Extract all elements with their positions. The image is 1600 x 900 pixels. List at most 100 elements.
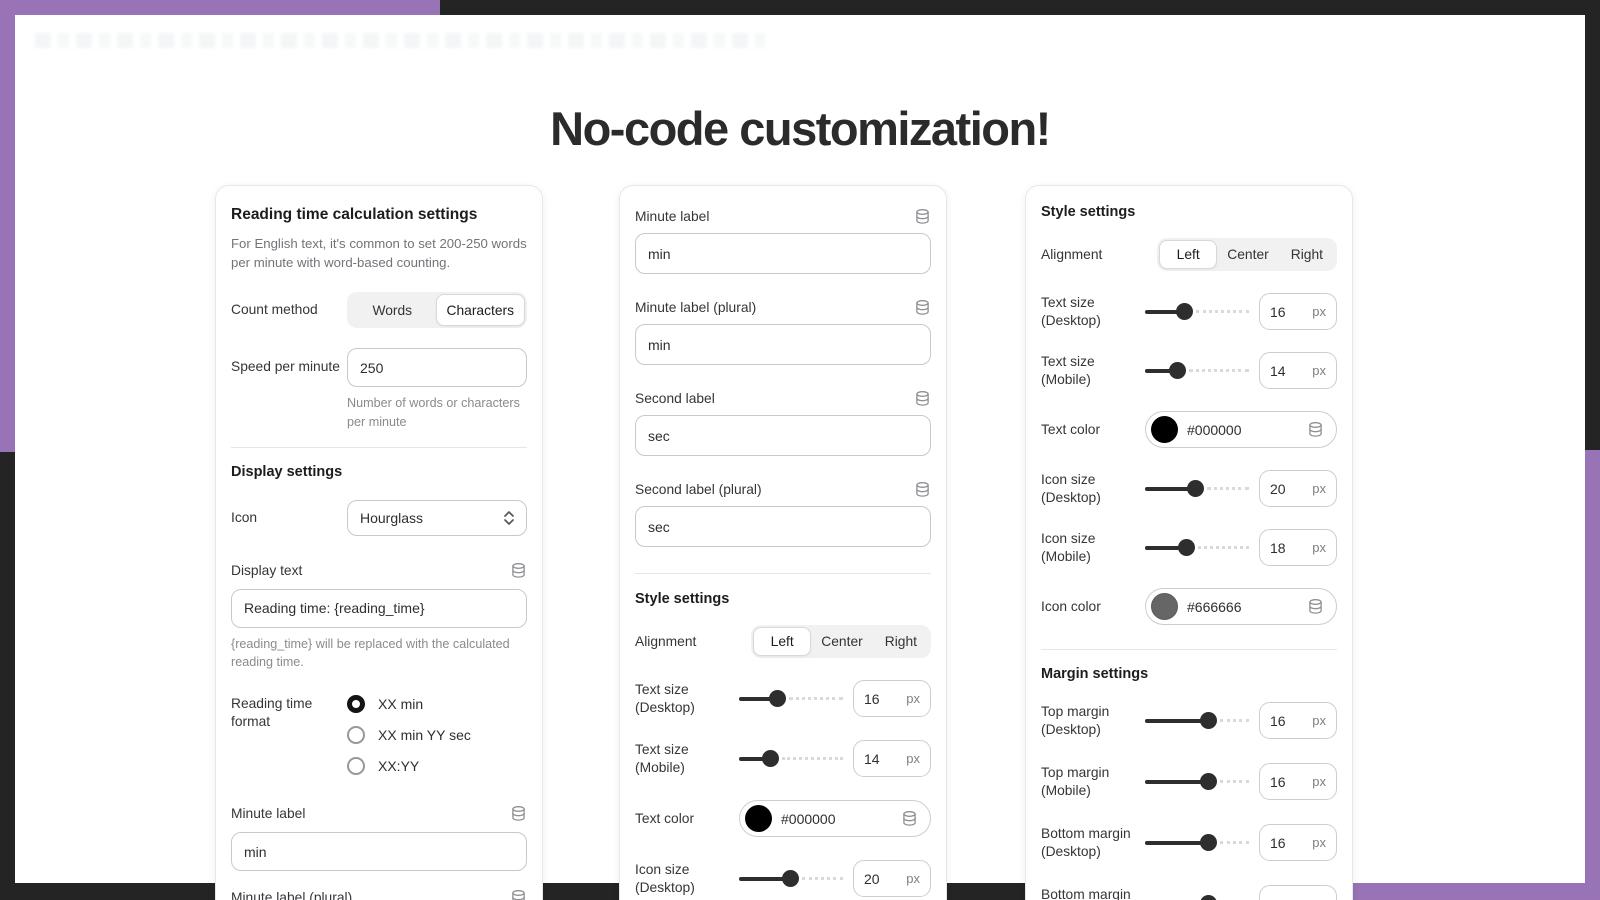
dynamic-source-icon[interactable] <box>510 889 527 900</box>
slider-knob[interactable] <box>1200 773 1217 790</box>
slider-knob[interactable] <box>1169 362 1186 379</box>
format-option-xx-yy[interactable]: XX:YY <box>347 757 527 775</box>
slider-knob[interactable] <box>769 690 786 707</box>
chevron-updown-icon <box>502 509 516 527</box>
slider-knob[interactable] <box>762 750 779 767</box>
icon-size-desktop-input[interactable]: 20 px <box>1259 470 1337 507</box>
format-option-xx-min-yy-sec[interactable]: XX min YY sec <box>347 726 527 744</box>
slider-track <box>1220 841 1249 844</box>
dynamic-source-icon[interactable] <box>901 810 918 827</box>
alignment-option-center[interactable]: Center <box>811 627 872 656</box>
text-size-desktop-slider[interactable] <box>739 690 843 708</box>
bottom-margin-mobile-slider[interactable] <box>1145 895 1249 900</box>
text-size-desktop-input[interactable]: 16 px <box>853 680 931 717</box>
alignment-option-center[interactable]: Center <box>1217 240 1278 269</box>
text-size-desktop-input[interactable]: 16 px <box>1259 293 1337 330</box>
color-swatch[interactable] <box>745 805 772 832</box>
bottom-margin-mobile-input[interactable] <box>1259 885 1337 900</box>
text-color-label: Text color <box>1041 421 1145 439</box>
color-swatch[interactable] <box>1151 593 1178 620</box>
dynamic-source-icon[interactable] <box>1307 421 1324 438</box>
unit: px <box>1312 304 1326 319</box>
display-text-input[interactable] <box>231 589 527 628</box>
radio-icon[interactable] <box>347 726 365 744</box>
radio-label: XX:YY <box>378 758 419 774</box>
radio-icon[interactable] <box>347 757 365 775</box>
field-sublabel: (Mobile) <box>1041 548 1145 566</box>
bottom-margin-desktop-slider[interactable] <box>1145 834 1249 852</box>
count-method-option-characters[interactable]: Characters <box>436 294 525 326</box>
icon-color-label: Icon color <box>1041 598 1145 616</box>
alignment-option-right[interactable]: Right <box>1279 240 1335 269</box>
minute-label-input[interactable] <box>231 832 527 871</box>
text-size-mobile-input[interactable]: 14 px <box>1259 352 1337 389</box>
slider-fill <box>1145 369 1172 373</box>
top-margin-mobile-slider[interactable] <box>1145 773 1249 791</box>
icon-size-mobile-input[interactable]: 18 px <box>1259 529 1337 566</box>
minute-label-plural-input[interactable] <box>635 324 931 365</box>
bottom-margin-desktop-input[interactable]: 16 px <box>1259 824 1337 861</box>
slider-knob[interactable] <box>1176 303 1193 320</box>
dynamic-source-icon[interactable] <box>510 805 527 822</box>
text-size-desktop-slider[interactable] <box>1145 303 1249 321</box>
text-size-mobile-slider[interactable] <box>739 750 843 768</box>
count-method-option-words[interactable]: Words <box>349 294 436 326</box>
slider-fill <box>739 877 785 881</box>
second-label-label-row: Second label <box>635 390 931 407</box>
icon-size-desktop-slider[interactable] <box>739 870 843 888</box>
dynamic-source-icon[interactable] <box>914 481 931 498</box>
dynamic-source-icon[interactable] <box>914 299 931 316</box>
speed-per-minute-row: Speed per minute Number of words or char… <box>231 348 527 431</box>
slider-knob[interactable] <box>1200 712 1217 729</box>
display-text-label-row: Display text <box>231 562 527 579</box>
slider-knob[interactable] <box>1178 539 1195 556</box>
icon-size-desktop-slider[interactable] <box>1145 480 1249 498</box>
text-size-mobile-input[interactable]: 14 px <box>853 740 931 777</box>
icon-color-picker[interactable]: #666666 <box>1145 588 1337 625</box>
unit: px <box>1312 363 1326 378</box>
field-sublabel: (Mobile) <box>1041 782 1145 800</box>
alignment-option-right[interactable]: Right <box>873 627 929 656</box>
second-label-plural-input[interactable] <box>635 506 931 547</box>
display-text-label: Display text <box>231 563 302 578</box>
dynamic-source-icon[interactable] <box>1307 598 1324 615</box>
slider-knob[interactable] <box>782 870 799 887</box>
reading-time-format-label: Reading time format <box>231 695 347 731</box>
minute-label-plural-label: Minute label (plural) <box>231 890 352 900</box>
second-label-plural-label-row: Second label (plural) <box>635 481 931 498</box>
icon-color-row: Icon color #666666 <box>1041 588 1337 625</box>
alignment-option-left[interactable]: Left <box>1159 240 1217 269</box>
top-margin-mobile-row: Top margin (Mobile) 16 px <box>1041 763 1337 800</box>
top-margin-desktop-input[interactable]: 16 px <box>1259 702 1337 739</box>
icon-size-mobile-label: Icon size (Mobile) <box>1041 530 1145 566</box>
slider-knob[interactable] <box>1200 834 1217 851</box>
text-color-picker[interactable]: #000000 <box>739 800 931 837</box>
unit: px <box>906 751 920 766</box>
color-swatch[interactable] <box>1151 416 1178 443</box>
slider-fill <box>1145 841 1203 845</box>
card-reading-time-settings: Reading time calculation settings For En… <box>215 185 543 900</box>
icon-select[interactable]: Hourglass <box>347 500 527 536</box>
value: 14 <box>864 751 880 767</box>
dynamic-source-icon[interactable] <box>914 390 931 407</box>
minute-label-plural-label: Minute label (plural) <box>635 300 756 315</box>
top-margin-mobile-input[interactable]: 16 px <box>1259 763 1337 800</box>
slider-knob[interactable] <box>1187 480 1204 497</box>
alignment-option-left[interactable]: Left <box>753 627 811 656</box>
slider-knob[interactable] <box>1200 895 1217 900</box>
text-size-mobile-slider[interactable] <box>1145 362 1249 380</box>
display-settings-heading: Display settings <box>231 464 527 480</box>
text-color-picker[interactable]: #000000 <box>1145 411 1337 448</box>
top-margin-desktop-slider[interactable] <box>1145 712 1249 730</box>
icon-size-mobile-slider[interactable] <box>1145 539 1249 557</box>
minute-label-input[interactable] <box>635 233 931 274</box>
icon-size-desktop-input[interactable]: 20 px <box>853 860 931 897</box>
radio-selected-icon[interactable] <box>347 695 365 713</box>
second-label-input[interactable] <box>635 415 931 456</box>
dynamic-source-icon[interactable] <box>914 208 931 225</box>
format-option-xx-min[interactable]: XX min <box>347 695 527 713</box>
speed-per-minute-input[interactable] <box>347 348 527 387</box>
minute-label-plural-label-row: Minute label (plural) <box>231 889 527 900</box>
dynamic-source-icon[interactable] <box>510 562 527 579</box>
top-margin-desktop-row: Top margin (Desktop) 16 px <box>1041 702 1337 739</box>
